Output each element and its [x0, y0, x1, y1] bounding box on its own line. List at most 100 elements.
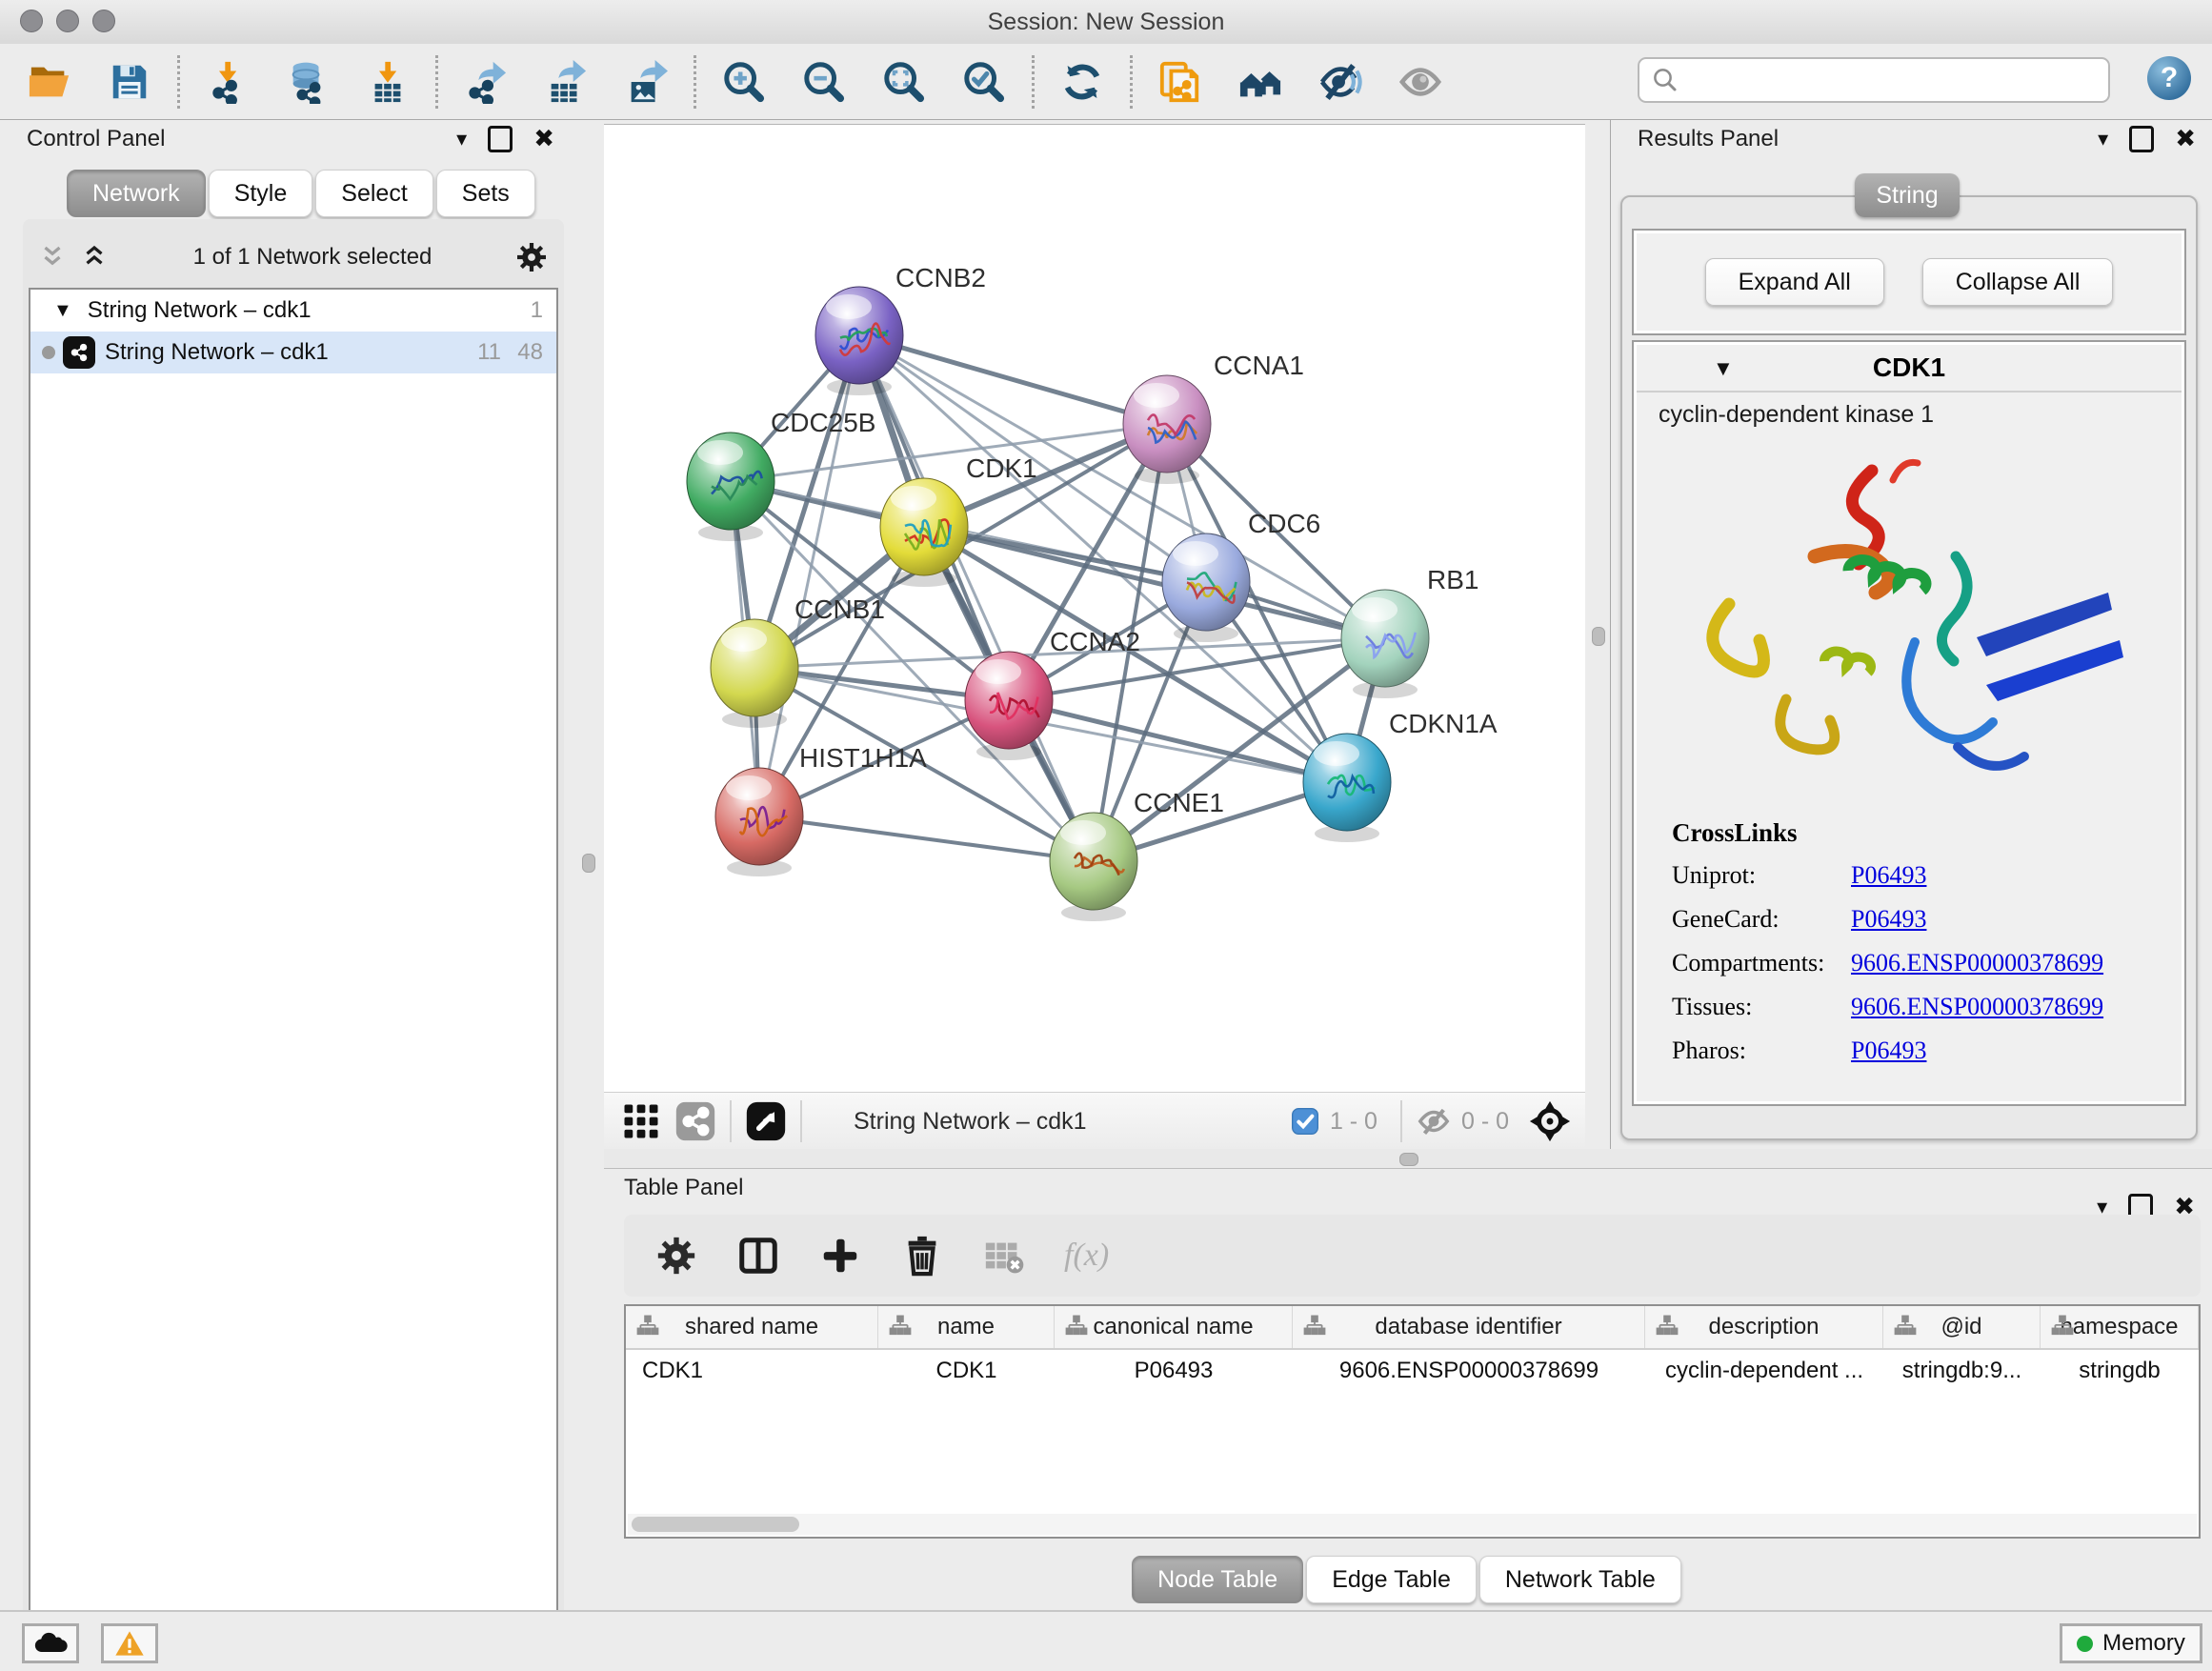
table-settings-button[interactable] — [654, 1234, 698, 1278]
warnings-button[interactable] — [101, 1623, 158, 1663]
save-session-button[interactable] — [105, 57, 154, 107]
zoom-fit-button[interactable] — [879, 57, 929, 107]
column-header-shared-name[interactable]: shared name — [626, 1306, 878, 1348]
zoom-in-button[interactable] — [719, 57, 769, 107]
tab-edge-table[interactable]: Edge Table — [1306, 1556, 1477, 1603]
network-node-CCNB2[interactable] — [815, 287, 903, 395]
tab-sets[interactable]: Sets — [436, 170, 535, 217]
column-header-name[interactable]: name — [878, 1306, 1055, 1348]
export-network-button[interactable] — [461, 57, 511, 107]
delete-column-button[interactable] — [900, 1234, 944, 1278]
column-header-description[interactable]: description — [1645, 1306, 1883, 1348]
crosslink-link[interactable]: 9606.ENSP00000378699 — [1851, 993, 2103, 1021]
horizontal-splitter-grip[interactable] — [1399, 1153, 1418, 1166]
network-node-CCNE1[interactable] — [1050, 813, 1137, 921]
horizontal-splitter[interactable] — [604, 1149, 2212, 1168]
network-node-CDC25B[interactable] — [687, 433, 774, 541]
close-panel-icon[interactable]: ✖ — [533, 124, 554, 153]
hidden-eye-icon[interactable] — [1416, 1103, 1452, 1139]
float-panel-icon[interactable] — [488, 126, 513, 152]
fit-crosshair-icon[interactable] — [1528, 1099, 1572, 1143]
crosslink-link[interactable]: P06493 — [1851, 861, 1926, 890]
network-edge-HIST1H1A-CCNE1[interactable] — [759, 816, 1094, 861]
column-header-namespace[interactable]: namespace — [2041, 1306, 2199, 1348]
network-graph[interactable]: CCNB2CCNA1CDC25BCDK1CDC6RB1CCNB1CCNA2CDK… — [604, 125, 1585, 1093]
column-header-canonical-name[interactable]: canonical name — [1055, 1306, 1293, 1348]
column-header-database-identifier[interactable]: database identifier — [1293, 1306, 1645, 1348]
help-button[interactable]: ? — [2147, 56, 2191, 100]
table-cell[interactable]: cyclin-dependent ... — [1645, 1358, 1883, 1384]
import-network-from-database-button[interactable] — [283, 57, 332, 107]
network-row-selected[interactable]: String Network – cdk1 11 48 — [30, 332, 556, 373]
add-column-button[interactable] — [818, 1234, 862, 1278]
tab-style[interactable]: Style — [209, 170, 313, 217]
show-hidden-button[interactable] — [1396, 57, 1445, 107]
export-table-button[interactable] — [541, 57, 591, 107]
tab-select[interactable]: Select — [315, 170, 432, 217]
home-button[interactable] — [1236, 57, 1285, 107]
tab-network[interactable]: Network — [67, 170, 206, 217]
gear-icon[interactable] — [514, 240, 549, 274]
network-edge-CCNB2-CCNA1[interactable] — [859, 335, 1167, 424]
protein-section-header[interactable]: ▼ CDK1 — [1637, 345, 2182, 393]
import-network-button[interactable] — [203, 57, 252, 107]
expand-all-icon[interactable] — [78, 243, 111, 272]
network-node-CCNA1[interactable] — [1123, 375, 1211, 484]
table-row[interactable]: CDK1CDK1P064939606.ENSP00000378699cyclin… — [626, 1350, 2199, 1392]
collapse-all-button[interactable]: Collapse All — [1922, 258, 2114, 306]
network-canvas[interactable]: CCNB2CCNA1CDC25BCDK1CDC6RB1CCNB1CCNA2CDK… — [604, 124, 1585, 1093]
zoom-out-button[interactable] — [799, 57, 849, 107]
share-network-button[interactable] — [1156, 57, 1205, 107]
expand-all-button[interactable]: Expand All — [1705, 258, 1884, 306]
table-hscrollbar[interactable] — [628, 1514, 2197, 1535]
search-input[interactable] — [1679, 62, 2108, 98]
left-splitter-grip[interactable] — [582, 854, 595, 873]
tab-network-table[interactable]: Network Table — [1479, 1556, 1681, 1603]
zoom-selected-button[interactable] — [959, 57, 1009, 107]
network-node-HIST1H1A[interactable] — [715, 768, 803, 876]
apply-layout-button[interactable] — [1057, 57, 1107, 107]
tab-node-table[interactable]: Node Table — [1132, 1556, 1303, 1603]
crosslink-link[interactable]: P06493 — [1851, 1037, 1926, 1065]
left-splitter[interactable] — [572, 120, 604, 1610]
selected-checkbox-icon[interactable] — [1290, 1106, 1320, 1137]
close-panel-icon[interactable]: ✖ — [2175, 124, 2196, 153]
table-cell[interactable]: stringdb:9... — [1883, 1358, 2041, 1384]
table-cell[interactable]: CDK1 — [626, 1358, 878, 1384]
collection-expander-icon[interactable]: ▼ — [53, 300, 72, 322]
panel-menu-icon[interactable]: ▾ — [2098, 127, 2108, 151]
search-field[interactable] — [1638, 57, 2110, 103]
cloud-status-button[interactable] — [22, 1623, 79, 1663]
network-node-CDKN1A[interactable] — [1303, 734, 1391, 842]
panel-menu-icon[interactable]: ▾ — [456, 127, 467, 151]
network-node-RB1[interactable] — [1341, 590, 1429, 698]
birds-eye-view-icon[interactable] — [745, 1100, 787, 1142]
hide-unhide-button[interactable] — [1316, 57, 1365, 107]
memory-button[interactable]: Memory — [2060, 1623, 2202, 1663]
table-cell[interactable]: 9606.ENSP00000378699 — [1293, 1358, 1645, 1384]
function-builder-button[interactable]: f(x) — [1064, 1238, 1109, 1274]
network-node-CCNA2[interactable] — [965, 652, 1053, 760]
column-header-@id[interactable]: @id — [1883, 1306, 2041, 1348]
table-hscrollbar-thumb[interactable] — [632, 1517, 799, 1532]
show-columns-button[interactable] — [736, 1234, 780, 1278]
export-image-button[interactable] — [621, 57, 671, 107]
tab-string[interactable]: String — [1855, 173, 1960, 217]
table-cell[interactable]: CDK1 — [878, 1358, 1055, 1384]
network-collection-row[interactable]: ▼ String Network – cdk1 1 — [30, 290, 556, 332]
open-session-button[interactable] — [25, 57, 74, 107]
delete-table-button[interactable] — [982, 1234, 1026, 1278]
crosslink-link[interactable]: P06493 — [1851, 905, 1926, 934]
network-edge-CCNB2-CCNE1[interactable] — [859, 335, 1094, 861]
network-edge-CDK1-RB1[interactable] — [924, 527, 1385, 638]
crosslink-link[interactable]: 9606.ENSP00000378699 — [1851, 949, 2103, 977]
collapse-all-icon[interactable] — [36, 243, 69, 272]
import-table-button[interactable] — [363, 57, 412, 107]
table-cell[interactable]: P06493 — [1055, 1358, 1293, 1384]
right-splitter-grip[interactable] — [1592, 627, 1605, 646]
table-cell[interactable]: stringdb — [2041, 1358, 2199, 1384]
right-splitter[interactable] — [1585, 120, 1610, 1149]
grid-mode-icon[interactable] — [621, 1101, 661, 1141]
network-mode-icon[interactable] — [674, 1100, 716, 1142]
network-node-CCNB1[interactable] — [711, 619, 798, 728]
